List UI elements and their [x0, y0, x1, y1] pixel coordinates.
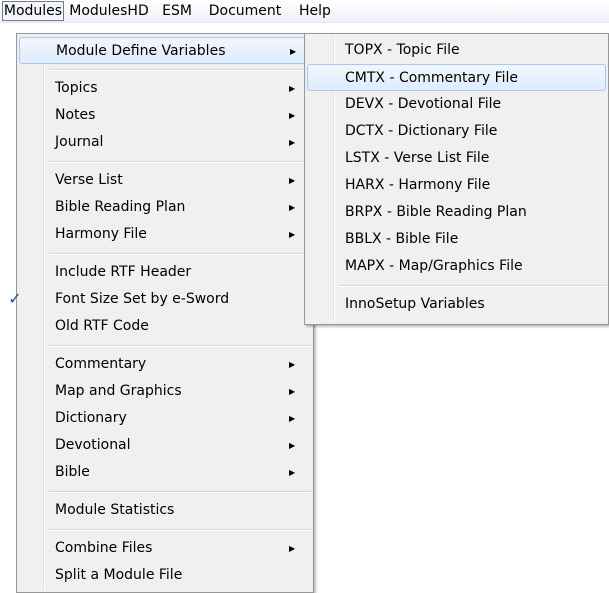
menu-item-commentary[interactable]: Commentary ▶ — [19, 351, 311, 378]
submenu-item-brpx[interactable]: BRPX - Bible Reading Plan — [307, 199, 606, 226]
menu-item-label: Split a Module File — [55, 567, 183, 583]
submenu-arrow-icon: ▶ — [290, 47, 297, 56]
menu-item-label: CMTX - Commentary File — [345, 70, 519, 86]
menu-item-label: Topics — [55, 80, 98, 96]
menu-item-journal[interactable]: Journal ▶ — [19, 129, 311, 156]
menu-item-label: Notes — [55, 107, 96, 123]
menu-item-label: Bible — [55, 464, 90, 480]
menu-separator — [49, 253, 311, 255]
menu-item-bible-reading-plan[interactable]: Bible Reading Plan ▶ — [19, 194, 311, 221]
submenu-item-dctx[interactable]: DCTX - Dictionary File — [307, 118, 606, 145]
menu-item-label: Verse List — [55, 172, 123, 188]
submenu-item-cmtx[interactable]: CMTX - Commentary File — [307, 64, 606, 91]
menu-item-label: BBLX - Bible File — [345, 231, 459, 247]
menu-item-devotional[interactable]: Devotional ▶ — [19, 432, 311, 459]
menu-item-label: DEVX - Devotional File — [345, 96, 502, 112]
menu-item-old-rtf-code[interactable]: Old RTF Code — [19, 313, 311, 340]
menu-item-notes[interactable]: Notes ▶ — [19, 102, 311, 129]
menu-item-label: TOPX - Topic File — [345, 42, 460, 58]
submenu-item-bblx[interactable]: BBLX - Bible File — [307, 226, 606, 253]
submenu-arrow-icon: ▶ — [289, 111, 296, 120]
menu-modules[interactable]: Modules — [2, 1, 64, 21]
menu-item-label: Module Statistics — [55, 502, 175, 518]
submenu-arrow-icon: ▶ — [289, 387, 296, 396]
check-icon: ✓ — [8, 289, 22, 308]
menu-help[interactable]: Help — [288, 1, 342, 21]
menu-item-label: MAPX - Map/Graphics File — [345, 258, 523, 274]
submenu-arrow-icon: ▶ — [289, 138, 296, 147]
submenu-item-harx[interactable]: HARX - Harmony File — [307, 172, 606, 199]
menu-item-bible[interactable]: Bible ▶ — [19, 459, 311, 486]
menu-item-label: Module Define Variables — [56, 43, 226, 59]
menu-separator — [49, 161, 311, 163]
menu-separator — [49, 529, 311, 531]
menu-item-label: Commentary — [55, 356, 147, 372]
menu-item-label: Bible Reading Plan — [55, 199, 186, 215]
menu-item-label: LSTX - Verse List File — [345, 150, 490, 166]
menu-item-combine-files[interactable]: Combine Files ▶ — [19, 535, 311, 562]
submenu-arrow-icon: ▶ — [289, 441, 296, 450]
submenu-arrow-icon: ▶ — [289, 414, 296, 423]
menu-item-label: Old RTF Code — [55, 318, 149, 334]
submenu-item-devx[interactable]: DEVX - Devotional File — [307, 91, 606, 118]
modules-menu: Module Define Variables ▶ Topics ▶ Notes… — [8, 33, 314, 593]
menu-item-topics[interactable]: Topics ▶ — [19, 75, 311, 102]
menu-separator — [49, 345, 311, 347]
define-variables-submenu: TOPX - Topic File CMTX - Commentary File… — [304, 33, 609, 325]
submenu-arrow-icon: ▶ — [289, 203, 296, 212]
submenu-arrow-icon: ▶ — [289, 544, 296, 553]
submenu-arrow-icon: ▶ — [289, 360, 296, 369]
submenu-arrow-icon: ▶ — [289, 176, 296, 185]
menu-item-label: Map and Graphics — [55, 383, 182, 399]
menu-separator — [49, 69, 311, 71]
menu-item-label: Font Size Set by e-Sword — [55, 291, 230, 307]
menu-esm[interactable]: ESM — [152, 1, 202, 21]
menu-item-label: HARX - Harmony File — [345, 177, 491, 193]
menu-item-label: BRPX - Bible Reading Plan — [345, 204, 527, 220]
menu-item-label: Combine Files — [55, 540, 153, 556]
menu-item-split-a-module-file[interactable]: Split a Module File — [19, 562, 311, 589]
menu-item-label: DCTX - Dictionary File — [345, 123, 498, 139]
menu-item-label: Harmony File — [55, 226, 147, 242]
menu-item-map-and-graphics[interactable]: Map and Graphics ▶ — [19, 378, 311, 405]
menu-item-label: Devotional — [55, 437, 131, 453]
submenu-item-mapx[interactable]: MAPX - Map/Graphics File — [307, 253, 606, 280]
menu-separator — [339, 285, 606, 287]
menu-item-label: Include RTF Header — [55, 264, 192, 280]
menu-moduleshd[interactable]: ModulesHD — [66, 1, 152, 21]
menu-item-harmony-file[interactable]: Harmony File ▶ — [19, 221, 311, 248]
submenu-arrow-icon: ▶ — [289, 84, 296, 93]
menu-item-label: InnoSetup Variables — [345, 296, 485, 312]
submenu-item-topx[interactable]: TOPX - Topic File — [307, 37, 606, 64]
menu-item-dictionary[interactable]: Dictionary ▶ — [19, 405, 311, 432]
submenu-arrow-icon: ▶ — [289, 468, 296, 477]
submenu-item-lstx[interactable]: LSTX - Verse List File — [307, 145, 606, 172]
menu-item-verse-list[interactable]: Verse List ▶ — [19, 167, 311, 194]
menu-item-include-rtf-header[interactable]: Include RTF Header — [19, 259, 311, 286]
menu-item-label: Dictionary — [55, 410, 127, 426]
menu-item-module-statistics[interactable]: Module Statistics — [19, 497, 311, 524]
menu-item-label: Journal — [55, 134, 104, 150]
submenu-arrow-icon: ▶ — [289, 230, 296, 239]
menu-item-font-size-set-by-esword[interactable]: ✓ Font Size Set by e-Sword — [8, 286, 311, 313]
menu-separator — [49, 491, 311, 493]
submenu-item-innosetup-variables[interactable]: InnoSetup Variables — [307, 291, 606, 318]
menu-document[interactable]: Document — [202, 1, 288, 21]
menu-item-module-define-variables[interactable]: Module Define Variables ▶ — [19, 37, 311, 64]
menu-bar: Modules ModulesHD ESM Document Help — [0, 0, 609, 23]
